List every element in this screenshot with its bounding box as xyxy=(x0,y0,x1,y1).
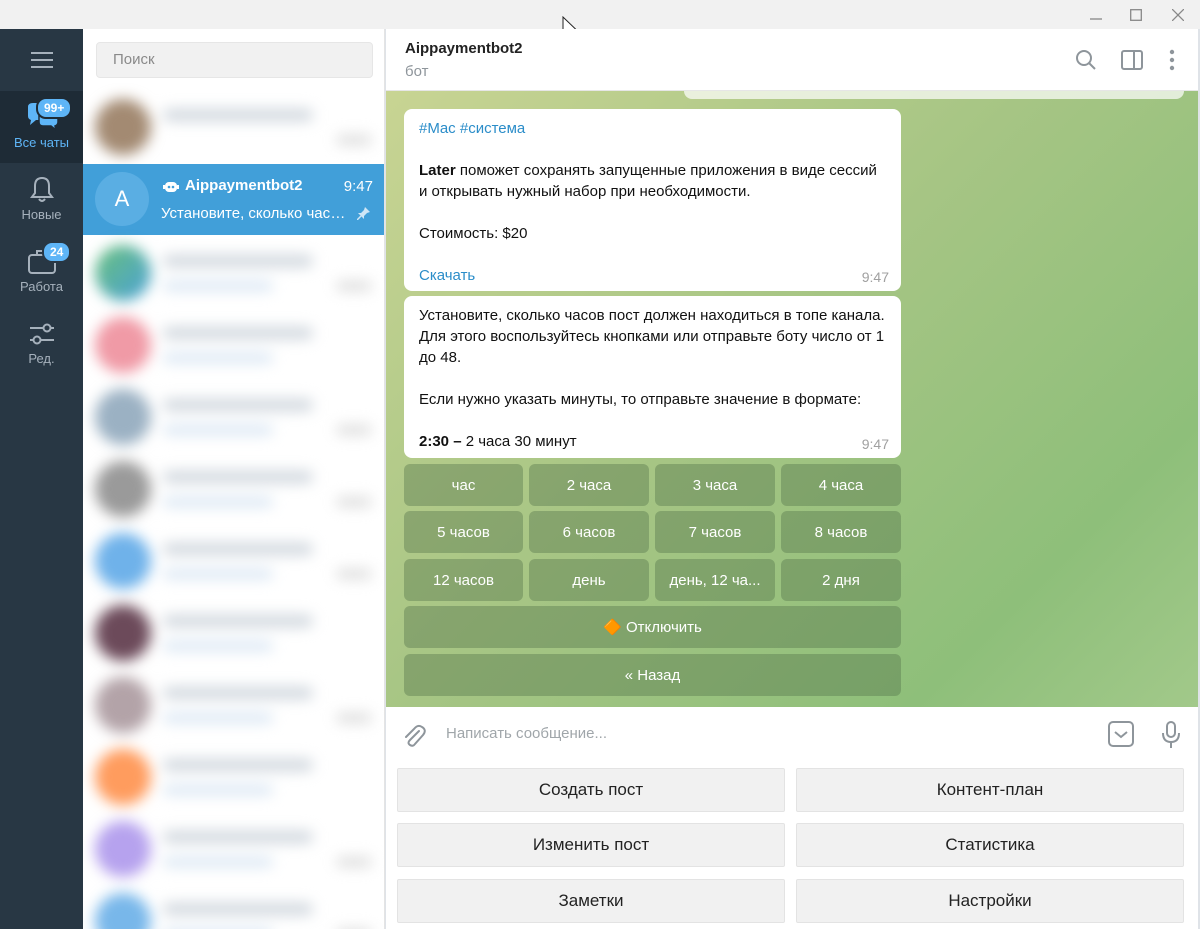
more-vertical-icon xyxy=(1169,49,1175,71)
folder-badge: 99+ xyxy=(36,97,73,119)
create-post-button[interactable]: Создать пост xyxy=(397,768,785,812)
message-bubble[interactable]: #Mac #система Later поможет сохранять за… xyxy=(404,109,901,291)
pin-icon xyxy=(357,207,370,220)
search-input[interactable]: Поиск xyxy=(96,42,373,78)
maximize-icon xyxy=(1130,8,1142,21)
message-input[interactable]: Написать сообщение... xyxy=(446,725,607,742)
folders-rail: 99+ Все чаты Новые 24 Работа Ред. xyxy=(0,29,83,929)
statistics-button[interactable]: Статистика xyxy=(796,823,1184,867)
inline-button-hours[interactable]: 2 часа xyxy=(529,464,649,506)
attach-icon[interactable] xyxy=(402,723,426,749)
bot-keyboard-icon[interactable] xyxy=(1108,721,1134,747)
message-composer: Написать сообщение... xyxy=(386,707,1198,763)
inline-keyboard: час 2 часа 3 часа 4 часа 5 часов 6 часов… xyxy=(404,464,901,696)
chat-list-item-blurred[interactable] xyxy=(95,743,380,813)
message-hashtags[interactable]: #Mac #система xyxy=(419,118,886,139)
chat-header[interactable]: Aippaymentbot2 бот xyxy=(386,29,1198,91)
chat-list-sidebar: Поиск A Aippaymentbot2 9:47 Установите, … xyxy=(83,29,385,929)
chat-list-item-blurred[interactable] xyxy=(95,239,380,309)
main-menu-button[interactable] xyxy=(0,29,83,91)
back-button[interactable]: « Назад xyxy=(404,654,901,696)
folder-new[interactable]: Новые xyxy=(0,163,83,235)
microphone-icon[interactable] xyxy=(1161,721,1181,749)
reply-keyboard: Создать пост Контент-план Изменить пост … xyxy=(386,763,1198,929)
chat-list-item-blurred[interactable] xyxy=(95,93,380,163)
message-time: 9:47 xyxy=(861,269,889,285)
chat-list-item-blurred[interactable] xyxy=(95,599,380,669)
search-icon xyxy=(1076,50,1096,70)
minimize-icon xyxy=(1090,17,1102,20)
app-name: Later xyxy=(419,162,456,179)
folder-work[interactable]: 24 Работа xyxy=(0,235,83,307)
chat-list-item-blurred[interactable] xyxy=(95,815,380,885)
folder-label: Ред. xyxy=(28,351,55,366)
inline-button-hours[interactable]: 3 часа xyxy=(655,464,775,506)
folder-label: Новые xyxy=(21,207,62,222)
chat-list-item-blurred[interactable] xyxy=(95,887,380,929)
minimize-button[interactable] xyxy=(1076,0,1116,29)
folder-label: Работа xyxy=(20,279,63,294)
message-text: Установите, сколько часов пост должен на… xyxy=(419,307,885,366)
download-link[interactable]: Скачать xyxy=(419,265,886,286)
chat-status: бот xyxy=(405,63,429,80)
chat-list-item-active[interactable]: A Aippaymentbot2 9:47 Установите, скольк… xyxy=(83,164,384,235)
edit-post-button[interactable]: Изменить пост xyxy=(397,823,785,867)
chat-time: 9:47 xyxy=(343,178,373,195)
message-text: поможет сохранять запущенные приложения … xyxy=(419,162,877,200)
inline-button-hours[interactable]: 8 часов xyxy=(781,511,901,553)
inline-button-hours[interactable]: 6 часов xyxy=(529,511,649,553)
chat-list-item-blurred[interactable] xyxy=(95,311,380,381)
folder-label: Все чаты xyxy=(13,135,70,150)
message-time: 9:47 xyxy=(861,436,889,452)
example-value: 2:30 – xyxy=(419,433,462,450)
disable-button[interactable]: 🔶 Отключить xyxy=(404,606,901,648)
previous-message-edge xyxy=(684,91,1184,99)
inline-button-hours[interactable]: 5 часов xyxy=(404,511,523,553)
chat-list-item-blurred[interactable] xyxy=(95,383,380,453)
hamburger-icon xyxy=(30,52,53,68)
inline-button-hours[interactable]: 4 часа xyxy=(781,464,901,506)
chat-name: Aippaymentbot2 xyxy=(185,177,303,194)
more-button[interactable] xyxy=(1159,47,1185,73)
folder-badge: 24 xyxy=(42,241,72,263)
chat-list-item-blurred[interactable] xyxy=(95,455,380,525)
sliders-icon xyxy=(29,323,54,345)
window-titlebar xyxy=(0,0,1200,39)
chat-preview: Установите, сколько часов пост должен на… xyxy=(161,205,346,222)
inline-button-hours[interactable]: 7 часов xyxy=(655,511,775,553)
bell-icon xyxy=(29,176,54,202)
sidebar-toggle-button[interactable] xyxy=(1119,47,1145,73)
chat-list-item-blurred[interactable] xyxy=(95,527,380,597)
example-text: 2 часа 30 минут xyxy=(461,433,577,450)
close-icon xyxy=(1172,8,1184,21)
settings-button[interactable]: Настройки xyxy=(796,879,1184,923)
avatar: A xyxy=(95,172,149,226)
content-plan-button[interactable]: Контент-план xyxy=(796,768,1184,812)
notes-button[interactable]: Заметки xyxy=(397,879,785,923)
inline-button-hours[interactable]: 12 часов xyxy=(404,559,523,601)
message-text: Если нужно указать минуты, то отправьте … xyxy=(419,391,862,408)
inline-button-hours[interactable]: день, 12 ча... xyxy=(655,559,775,601)
close-window-button[interactable] xyxy=(1158,0,1198,29)
panel-icon xyxy=(1121,50,1143,70)
search-button[interactable] xyxy=(1073,47,1099,73)
chat-title: Aippaymentbot2 xyxy=(405,40,523,57)
inline-button-hours[interactable]: час xyxy=(404,464,523,506)
chat-list-item-blurred[interactable] xyxy=(95,671,380,741)
folder-all-chats[interactable]: 99+ Все чаты xyxy=(0,91,83,163)
inline-button-hours[interactable]: день xyxy=(529,559,649,601)
maximize-button[interactable] xyxy=(1116,0,1156,29)
chat-panel: Aippaymentbot2 бот #Mac #система Later п… xyxy=(386,29,1200,929)
message-bubble[interactable]: Установите, сколько часов пост должен на… xyxy=(404,296,901,458)
message-price: Стоимость: $20 xyxy=(419,225,528,242)
chat-background: #Mac #система Later поможет сохранять за… xyxy=(386,91,1198,707)
bot-icon xyxy=(163,181,179,192)
folder-edit[interactable]: Ред. xyxy=(0,307,83,379)
inline-button-hours[interactable]: 2 дня xyxy=(781,559,901,601)
